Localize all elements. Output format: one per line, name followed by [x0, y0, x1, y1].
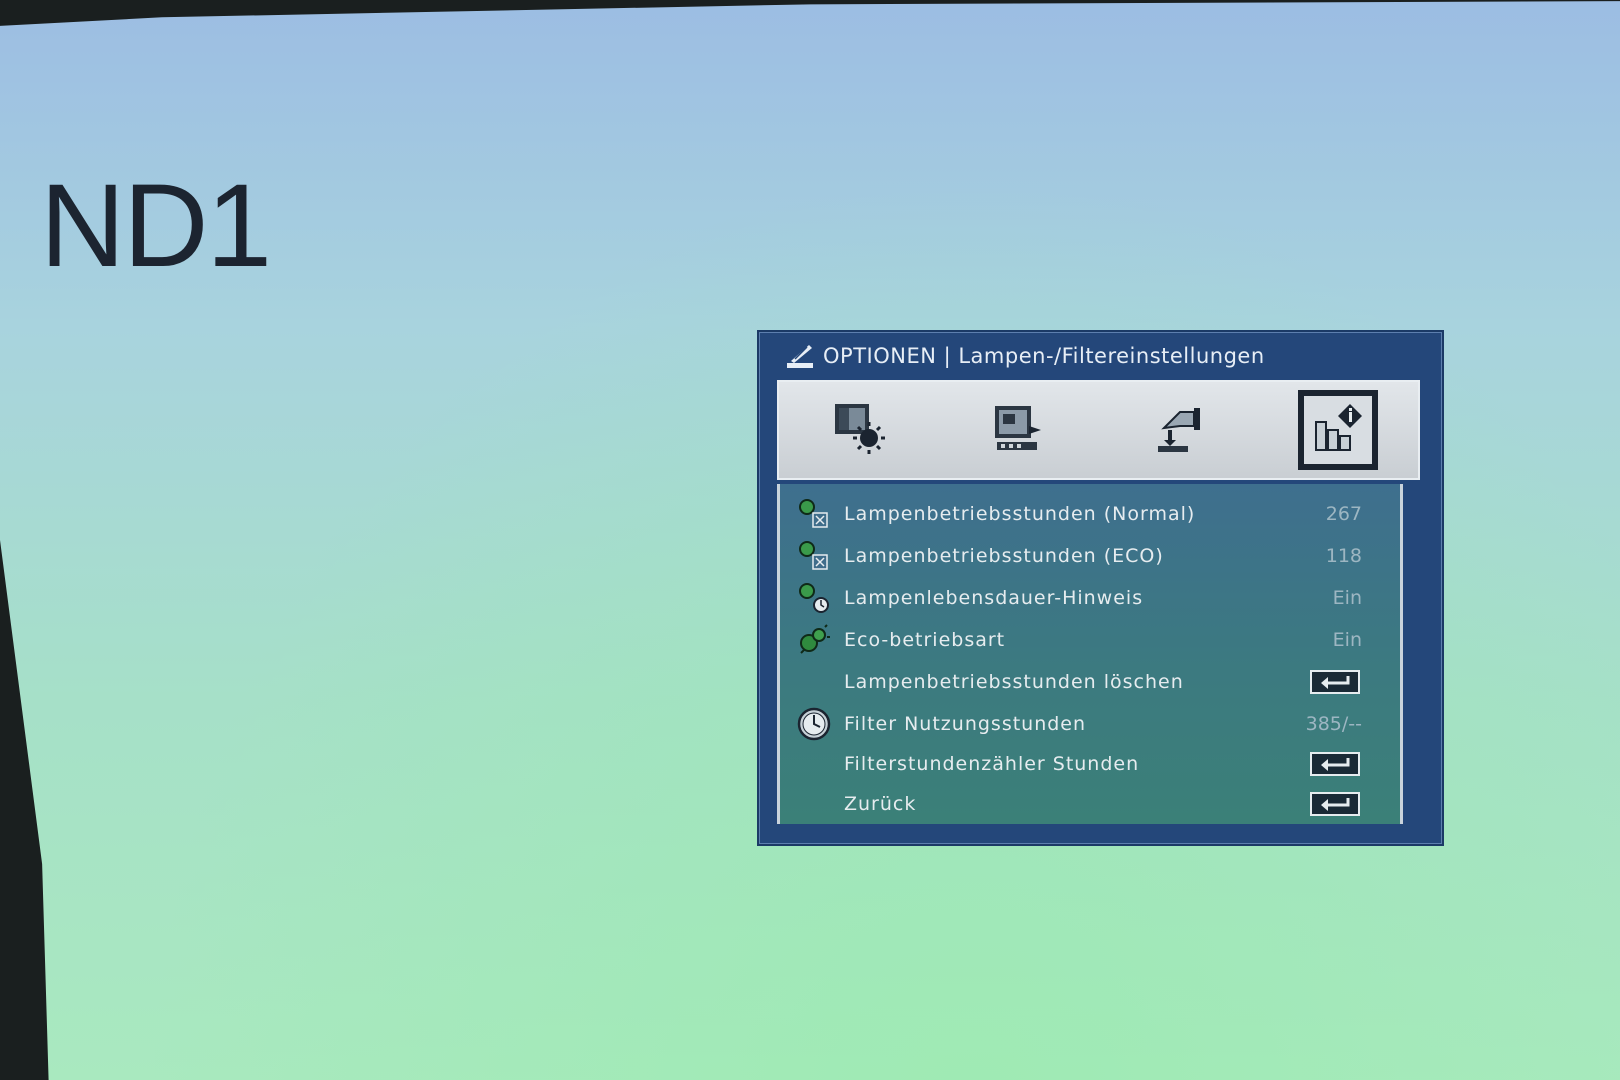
item-label: Zurück	[844, 793, 917, 815]
lamp-reminder-icon	[792, 578, 836, 618]
projection-screen: ND1 OPTIONEN | Lampen-/Filtereinstellung…	[0, 1, 1620, 1080]
list-item-lamp-reset[interactable]: Lampenbetriebsstunden löschen	[780, 662, 1400, 702]
enter-arrow-icon	[1321, 676, 1350, 689]
display-settings-icon	[991, 400, 1047, 460]
enter-arrow-icon	[1321, 758, 1350, 771]
list-item-lamp-hours-eco[interactable]: Lampenbetriebsstunden (ECO) 118	[780, 536, 1400, 576]
lamp-hours-icon	[792, 494, 836, 534]
item-label: Lampenbetriebsstunden löschen	[844, 671, 1184, 693]
enter-button[interactable]	[1310, 752, 1360, 776]
tab-setup[interactable]	[1138, 390, 1218, 470]
item-label: Eco-betriebsart	[844, 629, 1006, 651]
lamp-hours-eco-icon	[792, 536, 836, 576]
osd-tab-bar	[777, 380, 1420, 480]
item-label: Lampenbetriebsstunden (Normal)	[844, 503, 1196, 525]
item-value: 267	[1325, 503, 1362, 525]
osd-item-list: Lampenbetriebsstunden (Normal) 267 Lampe…	[777, 484, 1403, 824]
enter-button[interactable]	[1310, 670, 1360, 694]
empty-icon-slot	[792, 784, 836, 824]
list-item-back[interactable]: Zurück	[780, 784, 1400, 824]
list-item-filter-hours[interactable]: Filter Nutzungsstunden 385/--	[780, 704, 1400, 744]
tab-options[interactable]	[1298, 390, 1379, 470]
empty-icon-slot	[792, 744, 836, 784]
list-item-lamp-hours-normal[interactable]: Lampenbetriebsstunden (Normal) 267	[780, 494, 1400, 534]
list-item-lamp-reminder[interactable]: Lampenlebensdauer-Hinweis Ein	[780, 578, 1400, 618]
list-item-filter-reset[interactable]: Filterstundenzähler Stunden	[780, 744, 1400, 784]
enter-arrow-icon	[1321, 798, 1350, 811]
item-label: Filter Nutzungsstunden	[844, 713, 1087, 735]
options-info-icon	[1310, 400, 1366, 460]
setup-icon	[1150, 400, 1206, 460]
empty-icon-slot	[792, 662, 836, 702]
screen-label: ND1	[40, 160, 272, 292]
osd-menu: OPTIONEN | Lampen-/Filtereinstellungen L…	[757, 330, 1444, 846]
item-value: Ein	[1332, 629, 1362, 651]
eco-mode-icon	[792, 620, 836, 660]
enter-button[interactable]	[1310, 792, 1360, 816]
item-value: Ein	[1332, 587, 1362, 609]
item-label: Filterstundenzähler Stunden	[844, 753, 1140, 775]
item-label: Lampenbetriebsstunden (ECO)	[844, 545, 1164, 567]
osd-header: OPTIONEN | Lampen-/Filtereinstellungen	[759, 332, 1442, 380]
list-item-eco-mode[interactable]: Eco-betriebsart Ein	[780, 620, 1400, 660]
tab-image[interactable]	[819, 390, 899, 470]
item-value: 118	[1325, 545, 1362, 567]
item-label: Lampenlebensdauer-Hinweis	[844, 587, 1144, 609]
tab-display[interactable]	[979, 390, 1059, 470]
clock-icon	[792, 704, 836, 744]
options-logo-icon	[785, 341, 815, 371]
image-settings-icon	[831, 400, 887, 460]
item-value: 385/--	[1305, 713, 1362, 735]
osd-title: OPTIONEN | Lampen-/Filtereinstellungen	[823, 344, 1265, 368]
